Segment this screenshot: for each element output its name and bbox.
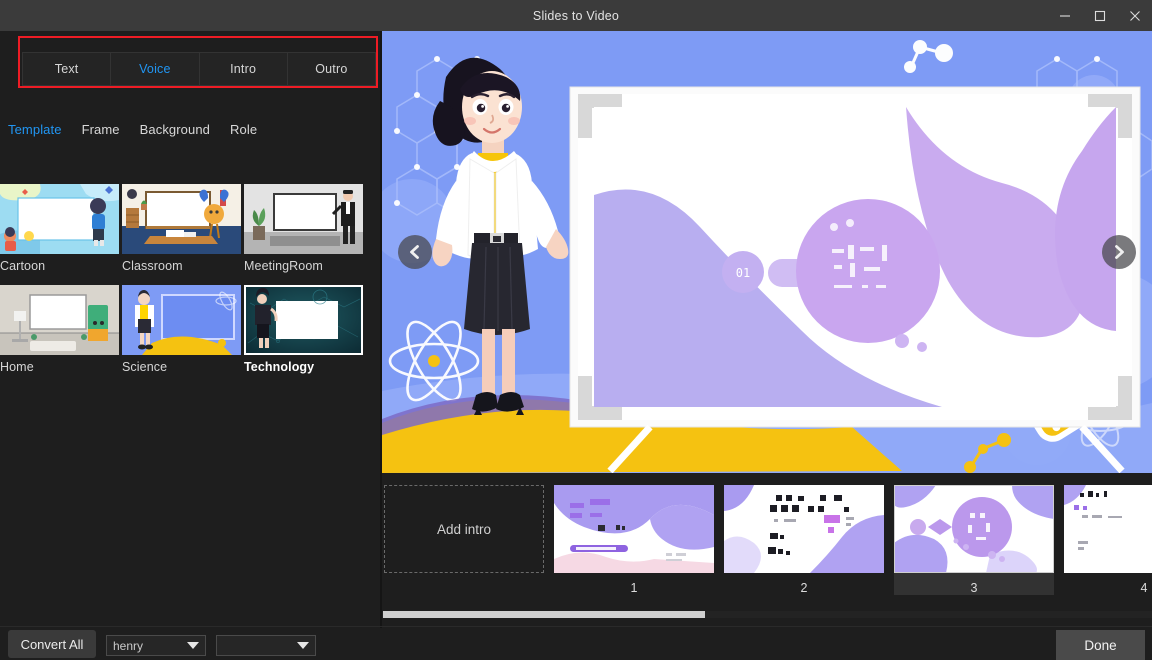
template-grid: Cartoon Classroom MeetingRoom Home Scien…: [0, 184, 380, 374]
filmstrip-scrollbar-track[interactable]: [382, 611, 1152, 618]
maximize-button[interactable]: [1082, 0, 1117, 31]
template-item-meetingroom[interactable]: MeetingRoom: [244, 184, 366, 273]
voice-select[interactable]: henry: [106, 635, 206, 656]
voice-select-value: henry: [113, 638, 144, 653]
template-thumbnail-classroom: [122, 184, 241, 254]
template-label-classroom: Classroom: [122, 259, 183, 273]
subtab-background-label: Background: [139, 122, 211, 137]
tab-text-label: Text: [54, 62, 79, 76]
convert-all-label: Convert All: [20, 636, 84, 652]
close-button[interactable]: [1117, 0, 1152, 31]
slide-thumb-4[interactable]: 4: [1064, 485, 1152, 595]
template-item-science[interactable]: Science: [122, 285, 244, 374]
previous-slide-button[interactable]: [398, 235, 432, 269]
template-thumbnail-meetingroom: [244, 184, 363, 254]
preview-canvas: 01: [382, 31, 1152, 473]
slide-thumb-1[interactable]: 1: [554, 485, 714, 595]
slide-badge-number: 01: [736, 266, 750, 280]
left-panel: Text Voice Intro Outro Template Frame Ba…: [0, 31, 380, 628]
slide-thumb-2-image: [724, 485, 884, 573]
slide-thumb-2[interactable]: 2: [724, 485, 884, 595]
convert-all-button[interactable]: Convert All: [8, 630, 96, 658]
chevron-down-icon: [297, 642, 309, 649]
slide-preview[interactable]: 01: [382, 31, 1152, 473]
subtab-frame-label: Frame: [81, 122, 120, 137]
template-item-cartoon[interactable]: Cartoon: [0, 184, 122, 273]
template-thumbnail-cartoon: [0, 184, 119, 254]
done-button[interactable]: Done: [1056, 630, 1145, 660]
tab-voice-label: Voice: [139, 62, 171, 76]
tab-intro-label: Intro: [230, 62, 257, 76]
chevron-left-icon: [410, 245, 419, 259]
slide-thumb-3[interactable]: 3: [894, 485, 1054, 595]
slide-thumb-1-image: [554, 485, 714, 573]
template-thumbnail-home: [0, 285, 119, 355]
subtab-background[interactable]: Background: [138, 120, 212, 139]
application-window: Slides to Video Text Voice Intro Outro T…: [0, 0, 1152, 660]
sub-tab-bar: Template Frame Background Role: [6, 120, 259, 139]
add-intro-button[interactable]: Add intro: [384, 485, 544, 573]
template-label-science: Science: [122, 360, 168, 374]
chevron-down-icon: [187, 642, 199, 649]
main-tab-bar: Text Voice Intro Outro: [22, 52, 376, 86]
template-thumbnail-science: [122, 285, 241, 355]
title-bar: Slides to Video: [0, 0, 1152, 31]
window-controls: [1047, 0, 1152, 31]
subtab-template[interactable]: Template: [6, 120, 64, 139]
language-select[interactable]: [216, 635, 316, 656]
template-label-cartoon: Cartoon: [0, 259, 46, 273]
filmstrip-scrollbar-thumb[interactable]: [383, 611, 705, 618]
subtab-frame[interactable]: Frame: [80, 120, 122, 139]
template-item-technology[interactable]: Technology: [244, 285, 366, 374]
subtab-role[interactable]: Role: [228, 120, 259, 139]
bottom-toolbar: Convert All henry: [0, 628, 1152, 660]
template-label-home: Home: [0, 360, 34, 374]
tab-intro[interactable]: Intro: [198, 52, 287, 86]
tab-voice[interactable]: Voice: [110, 52, 199, 86]
tab-outro[interactable]: Outro: [286, 52, 376, 86]
next-slide-button[interactable]: [1102, 235, 1136, 269]
done-label: Done: [1084, 637, 1117, 653]
slide-filmstrip: Add intro 1 2 3 4: [382, 475, 1152, 618]
slide-number-2: 2: [800, 581, 808, 595]
subtab-template-label: Template: [8, 122, 62, 137]
slide-thumb-4-image: [1064, 485, 1152, 573]
subtab-role-label: Role: [230, 122, 258, 137]
tab-outro-label: Outro: [315, 62, 348, 76]
chevron-right-icon: [1115, 245, 1124, 259]
slide-number-3: 3: [970, 581, 978, 595]
tab-bar-highlight-box: Text Voice Intro Outro: [18, 36, 378, 88]
add-intro-label: Add intro: [436, 521, 492, 537]
template-label-meetingroom: MeetingRoom: [244, 259, 323, 273]
slide-number-4: 4: [1140, 581, 1148, 595]
tab-text[interactable]: Text: [22, 52, 111, 86]
bottom-separator: [0, 626, 1152, 627]
window-title: Slides to Video: [532, 8, 620, 23]
slide-number-1: 1: [630, 581, 638, 595]
template-thumbnail-technology: [244, 285, 363, 355]
template-item-classroom[interactable]: Classroom: [122, 184, 244, 273]
minimize-button[interactable]: [1047, 0, 1082, 31]
template-label-technology: Technology: [244, 360, 315, 374]
slide-thumb-3-image: [894, 485, 1054, 573]
template-item-home[interactable]: Home: [0, 285, 122, 374]
